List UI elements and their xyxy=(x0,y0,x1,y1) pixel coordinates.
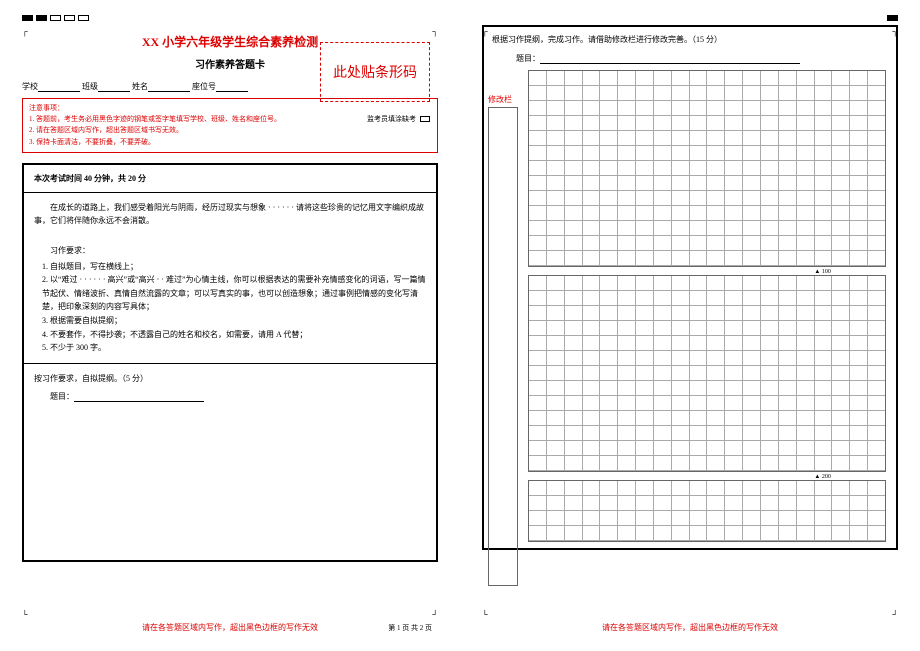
topic-line[interactable]: 题目： xyxy=(50,391,426,402)
corner-mark: ┘ xyxy=(892,610,898,619)
corner-mark: ┌ xyxy=(22,27,28,36)
corner-mark: ┘ xyxy=(432,610,438,619)
requirement: 2. 以“难过 · · · · · · 高兴”或“高兴 · · 难过”为心情主线… xyxy=(42,273,426,314)
corner-mark: └ xyxy=(22,610,28,619)
notice-box: 注意事项： 1. 答题前，考生务必用黑色字迹的钢笔或签字笔填写学校、班级、姓名和… xyxy=(22,98,438,153)
time-info: 本次考试时间 40 分钟，共 20 分 xyxy=(34,173,426,184)
checkbox-icon xyxy=(420,116,430,122)
page-number: 第 1 页 共 2 页 xyxy=(388,623,432,633)
topic-line[interactable]: 题目： xyxy=(492,53,888,64)
requirement: 4. 不要套作，不得抄袭；不透露自己的姓名和校名，如需要，请用 A 代替； xyxy=(42,328,426,342)
corner-mark: ┐ xyxy=(892,27,898,36)
corner-mark: ┌ xyxy=(482,27,488,36)
barcode-label: 此处贴条形码 xyxy=(333,62,417,82)
corner-mark: └ xyxy=(482,610,488,619)
writing-area[interactable] xyxy=(34,402,426,552)
requirement: 1. 自拟题目，写在横线上； xyxy=(42,260,426,274)
notice-item: 3. 保持卡面清洁，不要折叠，不要弄破。 xyxy=(29,137,431,148)
requirement: 3. 根据需要自拟提纲； xyxy=(42,314,426,328)
tracking-markers-top xyxy=(22,15,438,21)
correction-box[interactable] xyxy=(488,107,518,586)
requirement: 5. 不少于 300 字。 xyxy=(42,341,426,355)
correction-label: 修改栏 xyxy=(488,94,518,105)
task-instruction: 根据习作提纲，完成习作。请借助修改栏进行修改完善。（15 分） xyxy=(492,34,888,45)
correction-column: 修改栏 xyxy=(488,94,518,586)
writing-frame: 根据习作提纲，完成习作。请借助修改栏进行修改完善。（15 分） 题目： 修改栏 … xyxy=(482,25,898,550)
tracking-markers-top xyxy=(482,15,898,21)
barcode-area: 此处贴条形码 xyxy=(320,42,430,102)
corner-mark: ┐ xyxy=(432,27,438,36)
page-2: ┌ ┐ └ ┘ 根据习作提纲，完成习作。请借助修改栏进行修改完善。（15 分） … xyxy=(460,0,920,651)
footer-warning: 请在各答题区域内写作，超出黑色边框的写作无效 xyxy=(460,622,920,633)
notice-title: 注意事项： xyxy=(29,103,431,114)
req-title: 习作要求： xyxy=(34,244,426,258)
main-content-box: 本次考试时间 40 分钟，共 20 分 在成长的道路上，我们感受着阳光与阴雨，经… xyxy=(22,163,438,563)
absent-mark: 监考员填涂缺考 xyxy=(367,114,430,124)
notice-item: 2. 请在答题区域内写作，超出答题区域书写无效。 xyxy=(29,125,431,136)
page-1: ┌ ┐ └ ┘ XX 小学六年级学生综合素养检测 习作素养答题卡 此处贴条形码 … xyxy=(0,0,460,651)
composition-grid[interactable]: ▲ 100 ▲ 200 xyxy=(528,70,886,542)
outline-task: 按习作要求，自拟提纲。（5 分） xyxy=(34,372,426,386)
prompt-text: 在成长的道路上，我们感受着阳光与阴雨，经历过现实与想象 · · · · · · … xyxy=(34,201,426,228)
